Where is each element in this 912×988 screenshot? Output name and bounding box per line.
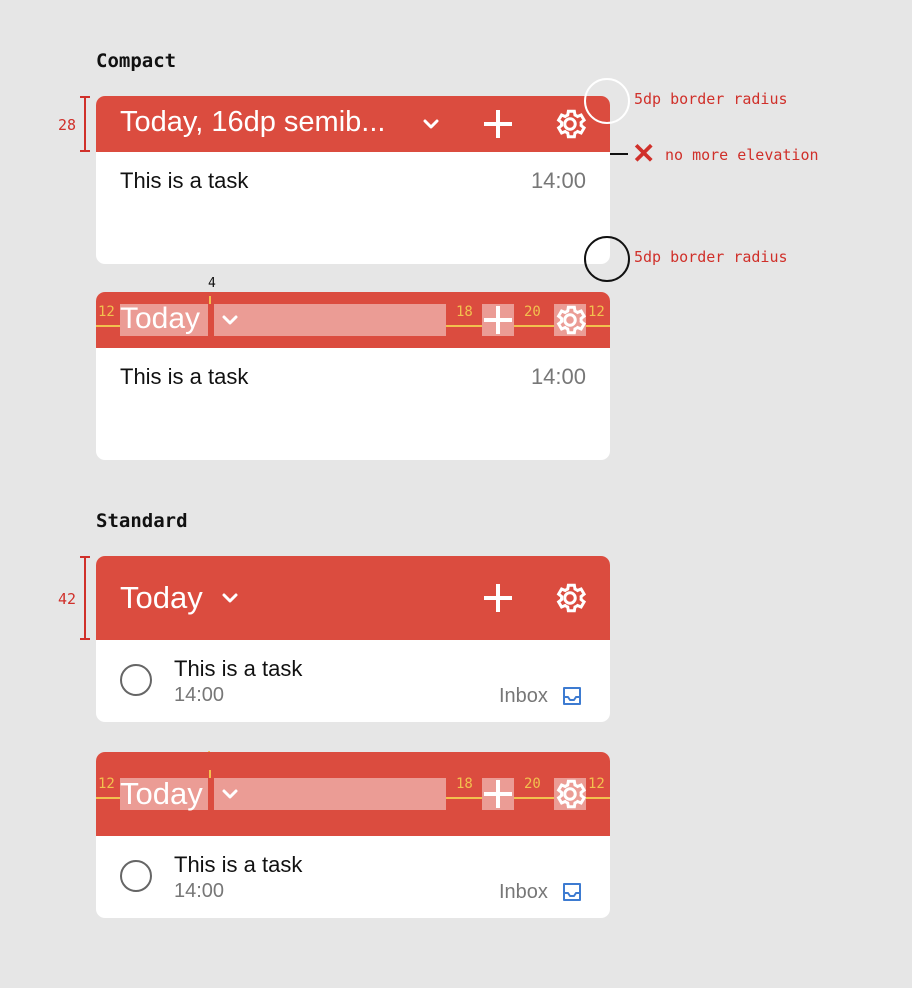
measure-icons: 20 [524, 304, 541, 320]
compact-section-title: Compact [96, 50, 177, 72]
compact-header-spec: Today 12 18 20 12 [96, 292, 610, 348]
measure-line-right [586, 325, 610, 327]
task-title[interactable]: This is a task [120, 168, 248, 194]
measure-line-icons [514, 797, 554, 799]
header-title[interactable]: Today [120, 580, 203, 616]
inbox-icon [563, 687, 581, 705]
measure-line-mid [446, 797, 482, 799]
compact-header: Today, 16dp semib... [96, 96, 610, 152]
measure-line-gap [209, 296, 211, 304]
bracket-cap-top [80, 96, 90, 98]
standard-height-bracket [84, 556, 86, 640]
task-checkbox[interactable] [120, 860, 152, 892]
task-time: 14:00 [530, 168, 586, 193]
compact-height-bracket [84, 96, 86, 152]
bracket-cap-bottom [80, 638, 90, 640]
measure-line-left [96, 797, 120, 799]
standard-header: Today [96, 556, 610, 640]
compact-card-spec: Today 12 18 20 12 This is a task 14:00 [96, 292, 610, 460]
measure-mid: 18 [456, 776, 473, 792]
header-title[interactable]: Today, 16dp semib... [120, 106, 385, 139]
project-label[interactable]: Inbox [499, 881, 548, 904]
radius-circle-highlight [584, 78, 630, 124]
gear-icon[interactable] [552, 106, 588, 142]
chevron-area-highlight [214, 778, 446, 810]
spacing-label-top: 4 [208, 276, 216, 291]
compact-card: Today, 16dp semib... This is a task 14:0… [96, 96, 610, 264]
header-title[interactable]: Today [120, 776, 203, 812]
project-label[interactable]: Inbox [499, 685, 548, 708]
inbox-icon [563, 883, 581, 901]
gear-icon[interactable] [552, 302, 588, 338]
measure-line-right [586, 797, 610, 799]
standard-card: Today This is a task 14:00 Inbox [96, 556, 610, 722]
standard-height-label: 42 [58, 590, 77, 608]
radius-circle-highlight-bottom [584, 236, 630, 282]
measure-left: 12 [98, 304, 115, 320]
task-title[interactable]: This is a task [120, 364, 248, 390]
task-time: 14:00 [174, 684, 225, 706]
compact-height-label: 28 [58, 116, 77, 134]
measure-right: 12 [588, 304, 605, 320]
annotation-radius-top: 5dp border radius [634, 90, 788, 108]
measure-icons: 20 [524, 776, 541, 792]
measure-left: 12 [98, 776, 115, 792]
add-icon[interactable] [482, 304, 514, 336]
task-title[interactable]: This is a task [174, 852, 302, 878]
annotation-radius-bottom: 5dp border radius [634, 248, 788, 266]
header-title[interactable]: Today [120, 302, 200, 336]
add-icon[interactable] [482, 778, 514, 810]
chevron-down-icon[interactable] [421, 114, 441, 134]
measure-line-icons [514, 325, 554, 327]
bracket-cap-top [80, 556, 90, 558]
standard-header-spec: Today 12 18 20 12 [96, 752, 610, 836]
chevron-down-icon[interactable] [220, 588, 240, 608]
chevron-area-highlight [214, 304, 446, 336]
measure-mid: 18 [456, 304, 473, 320]
cross-icon: ✕ [632, 138, 656, 169]
annotation-no-elevation: no more elevation [665, 146, 819, 164]
elevation-pointer-line [610, 153, 628, 155]
measure-line-left [96, 325, 120, 327]
add-icon[interactable] [482, 108, 514, 140]
measure-line-gap [209, 770, 211, 778]
task-checkbox[interactable] [120, 664, 152, 696]
gear-icon[interactable] [552, 580, 588, 616]
chevron-down-icon[interactable] [220, 784, 240, 804]
gear-icon[interactable] [552, 776, 588, 812]
chevron-down-icon[interactable] [220, 310, 240, 330]
standard-card-spec: Today 12 18 20 12 This is a task 14:00 I… [96, 752, 610, 918]
task-time: 14:00 [174, 880, 225, 902]
task-title[interactable]: This is a task [174, 656, 302, 682]
measure-line-mid [446, 325, 482, 327]
standard-section-title: Standard [96, 510, 188, 532]
measure-right: 12 [588, 776, 605, 792]
bracket-cap-bottom [80, 150, 90, 152]
add-icon[interactable] [482, 582, 514, 614]
task-time: 14:00 [530, 364, 586, 389]
